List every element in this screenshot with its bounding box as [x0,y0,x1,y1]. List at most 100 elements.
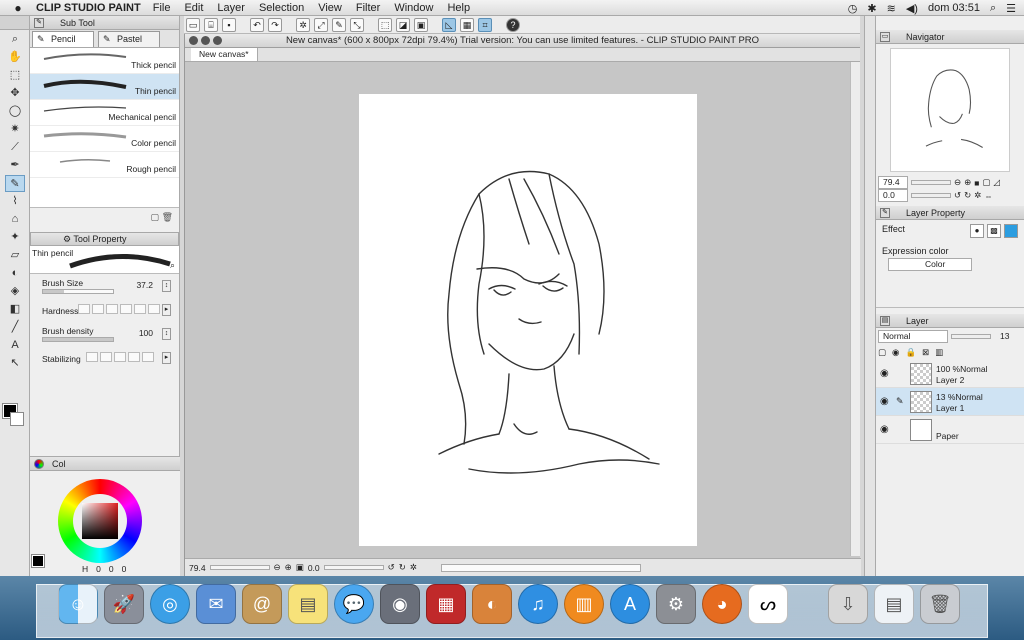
menu-window[interactable]: Window [394,2,433,14]
menu-layer[interactable]: Layer [217,2,245,14]
messages-icon[interactable]: 💬 [334,584,374,624]
lasso-tool-icon[interactable]: ◯ [5,103,25,120]
undo-icon[interactable]: ↶ [250,17,264,32]
hand-tool-icon[interactable]: ✋ [5,49,25,66]
deselect-icon[interactable]: ⬚ [378,17,392,32]
brush-density-stepper[interactable]: ↕ [162,328,171,340]
border-effect-icon[interactable]: ● [970,224,984,238]
navigator-rotation-value[interactable]: 0.0 [878,189,908,202]
reset-rotation-icon[interactable]: ✲ [974,190,981,201]
opacity-value[interactable]: 13 [1000,331,1009,341]
layer-row-paper[interactable]: ◉ Paper [876,416,1024,444]
brush-size-value[interactable]: 37.2 [136,280,153,290]
pen-transform-icon[interactable]: ✎ [332,17,346,32]
trash-icon[interactable]: 🗑 [920,584,960,624]
mail-icon[interactable]: ✉ [196,584,236,624]
gradient-tool-icon[interactable]: ◧ [5,301,25,318]
wifi-icon[interactable]: ≋ [887,2,896,15]
navigator-title[interactable]: Navigator [906,32,945,42]
scale-icon[interactable]: ⤡ [350,17,364,32]
magic-wand-tool-icon[interactable]: ✷ [5,121,25,138]
zoom-in-icon[interactable]: ⊕ [285,562,292,573]
zoom-value[interactable]: 79.4 [189,563,206,573]
help-icon[interactable]: ? [506,17,520,32]
layer-panel-title[interactable]: Layer [906,316,929,326]
reset-rotation-icon[interactable]: ✲ [410,562,417,573]
eye-icon[interactable]: ◉ [880,368,889,379]
drawing-canvas[interactable] [359,94,697,546]
layer-color-toggle-icon[interactable]: ▥ [935,347,943,358]
figure-tool-icon[interactable]: ╱ [5,319,25,336]
trash-icon[interactable]: 🗑 [162,212,173,222]
horizontal-scrollbar[interactable] [441,563,642,572]
fill-tool-icon[interactable]: ◈ [5,283,25,300]
menu-selection[interactable]: Selection [259,2,304,14]
new-file-icon[interactable]: ▭ [186,17,200,32]
lock-transparent-icon[interactable]: ⊠ [922,347,929,358]
brush-item-thick-pencil[interactable]: Thick pencil [30,48,179,74]
safari-icon[interactable]: ◎ [150,584,190,624]
tab-pastel[interactable]: ✎ Pastel [98,31,160,47]
flip-horizontal-icon[interactable]: ⇔ [984,191,993,201]
hardness-selector[interactable] [78,304,160,314]
blend-mode-dropdown[interactable]: Normal [878,329,948,343]
lock-layer-icon[interactable]: 🔒 [905,347,916,358]
open-folder-icon[interactable]: ⌸ [204,17,218,32]
time-machine-icon[interactable]: ◷ [848,2,858,15]
effect-buttons[interactable]: ● ▩ [970,224,1018,238]
rotation-value[interactable]: 0.0 [308,563,320,573]
bluetooth-icon[interactable]: ✱ [867,2,876,15]
brush-size-slider[interactable] [42,289,114,294]
opacity-slider[interactable] [951,333,991,339]
clear-icon[interactable]: ✲ [296,17,310,32]
color-tab-label[interactable]: Col [52,459,66,469]
launchpad-icon[interactable]: 🚀 [104,584,144,624]
snap-grid-icon[interactable]: ⌗ [478,17,492,32]
rotate-right-icon[interactable]: ↻ [964,190,971,201]
ibooks-icon[interactable]: ▥ [564,584,604,624]
apple-icon[interactable]: ● [8,1,28,15]
save-icon[interactable]: ▪ [222,17,236,32]
layer-property-title[interactable]: Layer Property [906,208,965,218]
clip-studio-icon[interactable]: ᔕ [748,584,788,624]
flip-icon[interactable]: ◿ [993,177,1000,188]
brush-tool-icon[interactable]: ⌇ [5,193,25,210]
menu-help[interactable]: Help [447,2,470,14]
expression-color-dropdown[interactable]: Color [888,258,972,271]
zoom-tool-icon[interactable]: ⌕ [5,31,25,48]
brush-density-value[interactable]: 100 [139,328,153,338]
zoom-slider[interactable] [209,565,270,570]
text-tool-icon[interactable]: A [5,337,25,354]
transform-icon[interactable]: ⤢ [314,17,328,32]
snap-guide-icon[interactable]: ▦ [460,17,474,32]
stabilizing-expand-icon[interactable]: ▸ [162,352,171,364]
move-layer-tool-icon[interactable]: ✥ [5,85,25,102]
navigator-zoom-value[interactable]: 79.4 [878,176,908,189]
downloads-stack-icon[interactable]: ⇩ [828,584,868,624]
eye-icon[interactable]: ◉ [880,424,889,435]
zoom-out-icon[interactable]: ⊖ [274,562,281,573]
invert-selection-icon[interactable]: ◪ [396,17,410,32]
pencil-tool-icon[interactable]: ✎ [5,175,25,192]
rotate-left-icon[interactable]: ↺ [954,190,961,201]
volume-icon[interactable]: ◀) [906,2,918,15]
menu-file[interactable]: File [153,2,171,14]
brush-size-stepper[interactable]: ↕ [162,280,171,292]
spotlight-icon[interactable]: ⌕ [990,2,996,15]
reference-layer-icon[interactable]: ◉ [892,347,899,358]
airbrush-tool-icon[interactable]: ⌂ [5,211,25,228]
itunes-icon[interactable]: ♫ [518,584,558,624]
zoom-out-icon[interactable]: ⊖ [954,177,961,188]
layer-row-layer-2[interactable]: ◉ 100 %Normal Layer 2 [876,360,1024,388]
eraser-tool-icon[interactable]: ▱ [5,247,25,264]
close-window-icon[interactable] [189,36,198,45]
notification-center-icon[interactable]: ☰ [1006,2,1016,15]
menu-filter[interactable]: Filter [356,2,380,14]
zoom-icon[interactable]: ⌕ [170,260,175,271]
app-store-icon[interactable]: A [610,584,650,624]
navigator-rotation-slider[interactable] [911,193,951,198]
tab-new-canvas[interactable]: New canvas* [191,48,258,61]
brush-item-thin-pencil[interactable]: Thin pencil [30,74,179,100]
pen-tool-icon[interactable]: ✒ [5,157,25,174]
fit-icon[interactable]: ■ [974,178,979,188]
